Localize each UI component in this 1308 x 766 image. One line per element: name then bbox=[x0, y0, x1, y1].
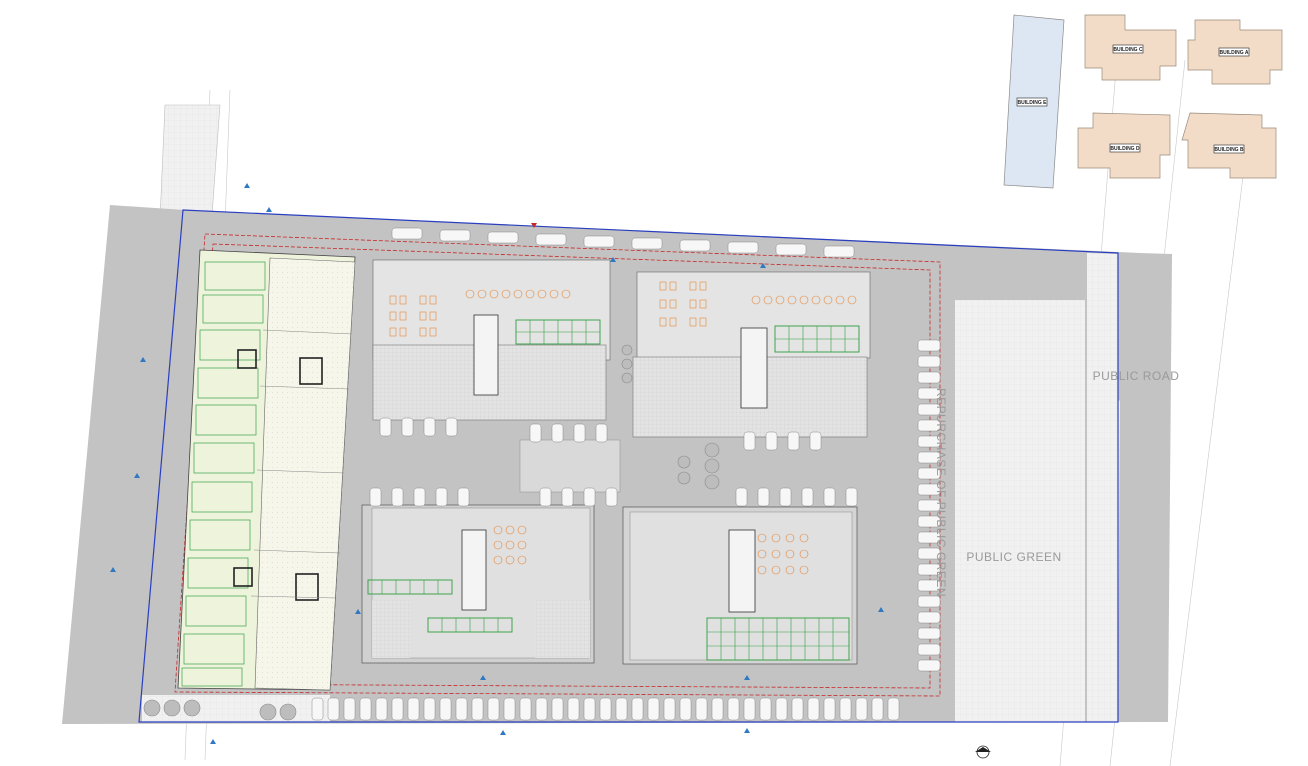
building-block-north-east bbox=[632, 271, 871, 438]
building-block-south-west bbox=[361, 504, 595, 664]
public-road-label: PUBLIC ROAD bbox=[1093, 369, 1180, 383]
residential-block bbox=[177, 249, 356, 691]
building-b-label: BUILDING B bbox=[1214, 147, 1244, 153]
building-c-label: BUILDING C bbox=[1113, 47, 1143, 53]
neighbour-building-a: BUILDING A bbox=[1187, 19, 1283, 85]
building-block-south-east bbox=[622, 506, 858, 665]
site-plan: BUILDING E BUILDING C BUILDING A BUILDIN… bbox=[62, 14, 1283, 766]
public-green-label: PUBLIC GREEN bbox=[966, 550, 1061, 564]
neighbour-building-b: BUILDING B bbox=[1181, 112, 1277, 179]
repurchase-label: REPURCHASE OF PUBLIC GREEN bbox=[934, 388, 948, 597]
building-d-label: BUILDING D bbox=[1110, 146, 1140, 152]
parking-bottom bbox=[311, 697, 900, 721]
neighbour-building-d: BUILDING D bbox=[1077, 112, 1171, 179]
building-block-north-west bbox=[372, 259, 611, 421]
north-arrow-icon bbox=[975, 745, 991, 759]
neighbour-building-c: BUILDING C bbox=[1084, 14, 1177, 81]
central-plaza bbox=[519, 439, 621, 493]
building-e-label: BUILDING E bbox=[1018, 100, 1048, 106]
building-a-label: BUILDING A bbox=[1220, 50, 1249, 56]
neighbour-building-e: BUILDING E bbox=[1003, 14, 1065, 189]
